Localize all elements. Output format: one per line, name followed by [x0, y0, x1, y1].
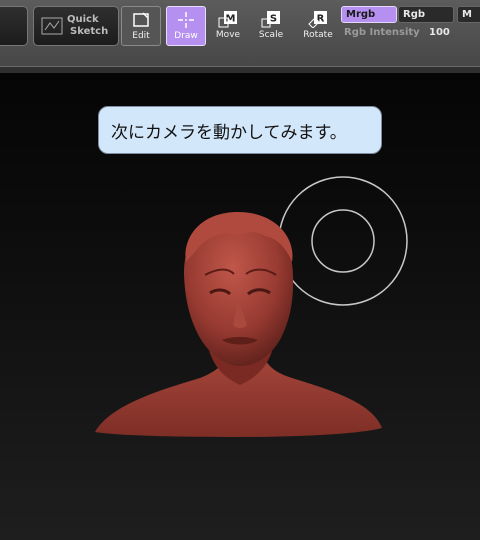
sculpt-head-model[interactable] — [0, 0, 480, 540]
